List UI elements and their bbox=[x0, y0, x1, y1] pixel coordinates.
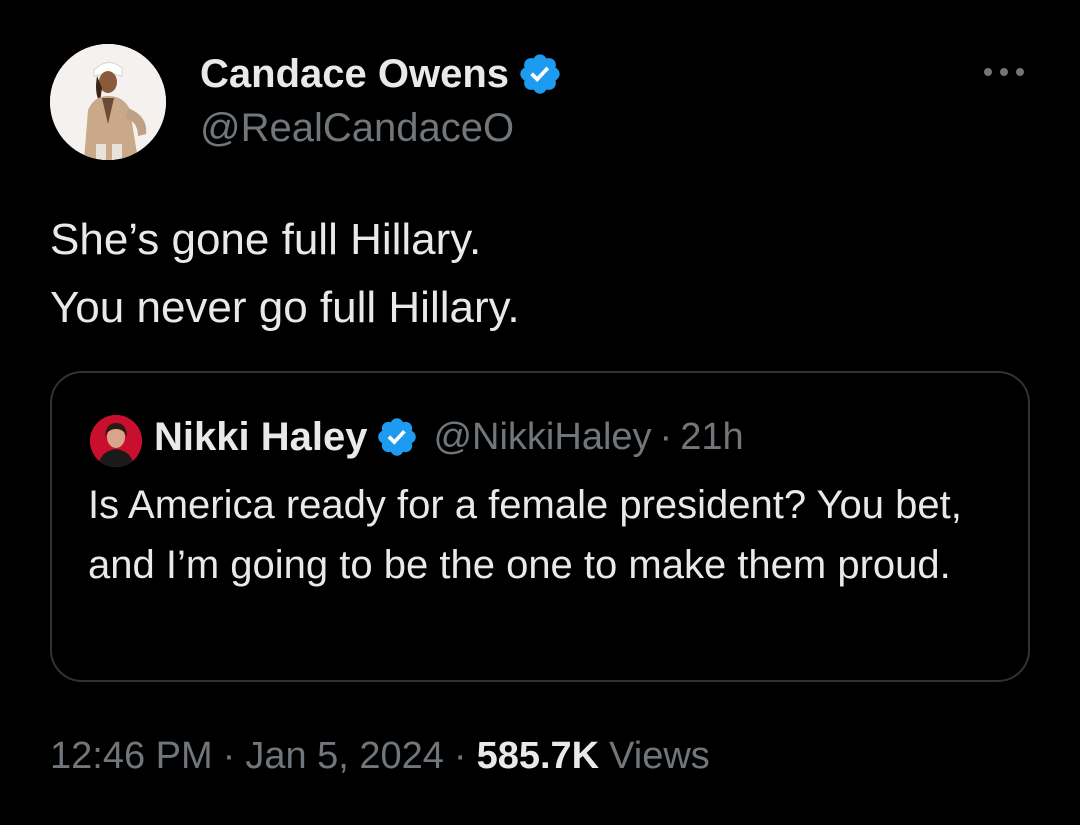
quoted-tweet-header: Nikki Haley @NikkiHaley · 21h bbox=[154, 411, 744, 463]
more-options-icon[interactable] bbox=[980, 62, 1028, 82]
tweet-text: She’s gone full Hillary. You never go fu… bbox=[50, 206, 1010, 342]
quoted-author-handle: @NikkiHaley bbox=[433, 415, 652, 458]
author-name-row: Candace Owens bbox=[200, 50, 563, 98]
tweet-date[interactable]: Jan 5, 2024 bbox=[245, 735, 444, 778]
author-avatar[interactable] bbox=[50, 44, 166, 160]
verified-badge-icon[interactable] bbox=[517, 51, 563, 97]
views-count: 585.7K bbox=[476, 735, 600, 777]
verified-badge-icon bbox=[375, 415, 419, 459]
author-name[interactable]: Candace Owens bbox=[200, 52, 509, 97]
tweet[interactable]: Candace Owens @RealCandaceO She’s gone f… bbox=[0, 0, 1080, 825]
views-label: Views bbox=[609, 735, 710, 777]
tweet-text-line: She’s gone full Hillary. bbox=[50, 215, 482, 264]
tweet-meta: 12:46 PM · Jan 5, 2024 · 585.7K Views bbox=[50, 735, 710, 778]
quoted-tweet-card[interactable]: Nikki Haley @NikkiHaley · 21h Is America… bbox=[50, 371, 1030, 682]
quoted-tweet-text: Is America ready for a female president?… bbox=[88, 483, 962, 587]
author-handle[interactable]: @RealCandaceO bbox=[200, 106, 514, 151]
separator-dot: · bbox=[453, 735, 467, 777]
quoted-author-name: Nikki Haley bbox=[154, 414, 368, 459]
tweet-time[interactable]: 12:46 PM bbox=[50, 735, 213, 778]
quoted-author-avatar[interactable] bbox=[90, 415, 142, 467]
quoted-tweet-age: 21h bbox=[680, 415, 744, 458]
separator-dot: · bbox=[222, 735, 236, 777]
separator-dot: · bbox=[659, 415, 673, 458]
tweet-text-line: You never go full Hillary. bbox=[50, 283, 520, 332]
